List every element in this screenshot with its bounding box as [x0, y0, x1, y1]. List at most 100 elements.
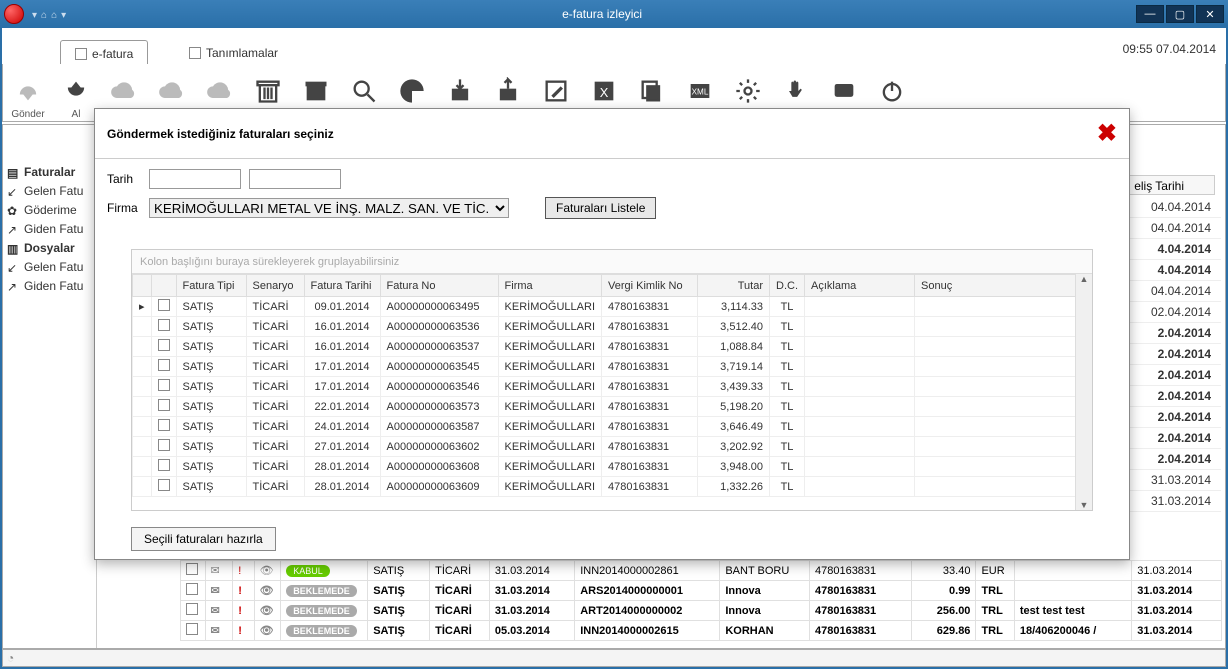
row-checkbox[interactable]: [151, 457, 176, 477]
ribbon-btn-xml[interactable]: XML: [683, 77, 717, 108]
row-checkbox[interactable]: [181, 621, 206, 641]
invoice-row[interactable]: SATIŞTİCARİ17.01.2014A00000000063546KERİ…: [133, 377, 1092, 397]
invoice-row[interactable]: ▸SATIŞTİCARİ09.01.2014A00000000063495KER…: [133, 297, 1092, 317]
ribbon-btn-message[interactable]: [827, 77, 861, 108]
main-grid-row[interactable]: ✉!👁BEKLEMEDESATIŞTİCARİ05.03.2014INN2014…: [181, 621, 1222, 641]
row-checkbox[interactable]: [151, 337, 176, 357]
mail-icon[interactable]: ✉: [205, 561, 233, 581]
invoice-row[interactable]: SATIŞTİCARİ16.01.2014A00000000063537KERİ…: [133, 337, 1092, 357]
ribbon-btn-power[interactable]: [875, 77, 909, 108]
col-fatura-tarihi[interactable]: Fatura Tarihi: [304, 275, 380, 297]
tab-efatura-label: e-fatura: [92, 47, 133, 61]
row-checkbox[interactable]: [151, 437, 176, 457]
prepare-selected-button[interactable]: Seçili faturaları hazırla: [131, 527, 276, 551]
tab-efatura[interactable]: e-fatura: [60, 40, 148, 66]
mail-icon[interactable]: ✉: [205, 621, 233, 641]
view-icon[interactable]: 👁: [254, 601, 281, 621]
invoice-row[interactable]: SATIŞTİCARİ27.01.2014A00000000063602KERİ…: [133, 437, 1092, 457]
date-to-input[interactable]: [249, 169, 341, 189]
col-senaryo[interactable]: Senaryo: [246, 275, 304, 297]
tab-tanimlamalar[interactable]: Tanımlamalar: [175, 40, 292, 66]
ribbon-btn-cloud-check[interactable]: [107, 77, 141, 108]
cell-tutar: 3,114.33: [698, 297, 770, 317]
ribbon-btn-edit[interactable]: [539, 77, 573, 108]
invoice-row[interactable]: SATIŞTİCARİ22.01.2014A00000000063573KERİ…: [133, 397, 1092, 417]
status-badge: KABUL: [281, 561, 368, 581]
row-checkbox[interactable]: [151, 477, 176, 497]
list-invoices-button[interactable]: Faturaları Listele: [545, 197, 656, 219]
ribbon-btn-send[interactable]: [11, 77, 45, 108]
ribbon-btn-download[interactable]: [443, 77, 477, 108]
invoice-row[interactable]: SATIŞTİCARİ16.01.2014A00000000063536KERİ…: [133, 317, 1092, 337]
row-checkbox[interactable]: [151, 417, 176, 437]
row-checkbox[interactable]: [151, 297, 176, 317]
status-gear-icon[interactable]: ◔: [7, 651, 14, 665]
ribbon-btn-cloud-help[interactable]: [203, 77, 237, 108]
mail-icon[interactable]: ✉: [205, 581, 233, 601]
close-button[interactable]: ✕: [1196, 5, 1224, 23]
invoice-row[interactable]: SATIŞTİCARİ28.01.2014A00000000063609KERİ…: [133, 477, 1092, 497]
cell-no: ARS2014000000001: [575, 581, 720, 601]
ribbon-btn-settings[interactable]: [731, 77, 765, 108]
col-tutar[interactable]: Tutar: [698, 275, 770, 297]
view-icon[interactable]: 👁: [254, 621, 281, 641]
cell-firma: KORHAN: [720, 621, 810, 641]
view-icon[interactable]: 👁: [254, 581, 281, 601]
ribbon-btn-upload[interactable]: [491, 77, 525, 108]
sidebar-item-giden-fatura[interactable]: ↗ Giden Fatu: [7, 222, 92, 236]
grid-scrollbar[interactable]: [1075, 274, 1092, 510]
invoice-row[interactable]: SATIŞTİCARİ24.01.2014A00000000063587KERİ…: [133, 417, 1092, 437]
col-fatura-tipi[interactable]: Fatura Tipi: [176, 275, 246, 297]
col-header-gelis-tarihi[interactable]: eliş Tarihi: [1127, 175, 1215, 195]
cell-sonuc: [915, 397, 1092, 417]
col-checkbox[interactable]: [151, 275, 176, 297]
col-fatura-no[interactable]: Fatura No: [380, 275, 498, 297]
col-aciklama[interactable]: Açıklama: [805, 275, 915, 297]
invoice-row[interactable]: SATIŞTİCARİ17.01.2014A00000000063545KERİ…: [133, 357, 1092, 377]
sidebar-item-gelen-fatura[interactable]: ↙ Gelen Fatu: [7, 184, 92, 198]
mail-icon[interactable]: ✉: [205, 601, 233, 621]
ribbon-btn-hand[interactable]: [779, 77, 813, 108]
ribbon-btn-archive[interactable]: [299, 77, 333, 108]
col-sonuc[interactable]: Sonuç: [915, 275, 1092, 297]
cell-tar: 16.01.2014: [304, 337, 380, 357]
titlebar[interactable]: ▾⌂⌂▾ e-fatura izleyici — ▢ ✕: [0, 0, 1228, 28]
maximize-button[interactable]: ▢: [1166, 5, 1194, 23]
col-vkn[interactable]: Vergi Kimlik No: [602, 275, 698, 297]
cell-firma: Innova: [720, 601, 810, 621]
cell-sen: TİCARİ: [246, 337, 304, 357]
row-checkbox[interactable]: [181, 581, 206, 601]
date-from-input[interactable]: [149, 169, 241, 189]
ribbon-btn-delete[interactable]: [251, 77, 285, 108]
firma-select[interactable]: KERİMOĞULLARI METAL VE İNŞ. MALZ. SAN. V…: [149, 198, 509, 218]
row-checkbox[interactable]: [181, 561, 206, 581]
view-icon[interactable]: 👁: [254, 561, 281, 581]
row-checkbox[interactable]: [151, 377, 176, 397]
main-grid-row[interactable]: ✉!👁BEKLEMEDESATIŞTİCARİ31.03.2014ART2014…: [181, 601, 1222, 621]
group-by-hint[interactable]: Kolon başlığını buraya sürekleyerek grup…: [132, 250, 1092, 274]
sidebar-item-gelen-fatura-2[interactable]: ↙ Gelen Fatu: [7, 260, 92, 274]
sidebar-item-goderime[interactable]: ✿ Göderime: [7, 203, 92, 217]
document-icon: ▤: [7, 166, 20, 179]
ribbon-btn-excel[interactable]: X: [587, 77, 621, 108]
main-grid-row[interactable]: ✉!👁BEKLEMEDESATIŞTİCARİ31.03.2014ARS2014…: [181, 581, 1222, 601]
ribbon-btn-cloud-x[interactable]: [155, 77, 189, 108]
row-checkbox[interactable]: [151, 397, 176, 417]
ribbon-btn-receive[interactable]: [59, 77, 93, 108]
ribbon-btn-copy[interactable]: [635, 77, 669, 108]
row-checkbox[interactable]: [181, 601, 206, 621]
main-grid-row[interactable]: ✉!👁KABULSATIŞTİCARİ31.03.2014INN20140000…: [181, 561, 1222, 581]
col-dc[interactable]: D.C.: [770, 275, 805, 297]
row-checkbox[interactable]: [151, 317, 176, 337]
col-firma[interactable]: Firma: [498, 275, 601, 297]
cell-aciklama: [805, 417, 915, 437]
modal-close-button[interactable]: ✖: [1097, 119, 1117, 148]
sidebar-item-giden-fatura-2[interactable]: ↗ Giden Fatu: [7, 279, 92, 293]
cell-tar: 28.01.2014: [304, 457, 380, 477]
minimize-button[interactable]: —: [1136, 5, 1164, 23]
invoice-row[interactable]: SATIŞTİCARİ28.01.2014A00000000063608KERİ…: [133, 457, 1092, 477]
ribbon-btn-chart[interactable]: [395, 77, 429, 108]
ribbon-btn-search[interactable]: [347, 77, 381, 108]
row-checkbox[interactable]: [151, 357, 176, 377]
select-invoices-modal: Göndermek istediğiniz faturaları seçiniz…: [94, 108, 1130, 560]
